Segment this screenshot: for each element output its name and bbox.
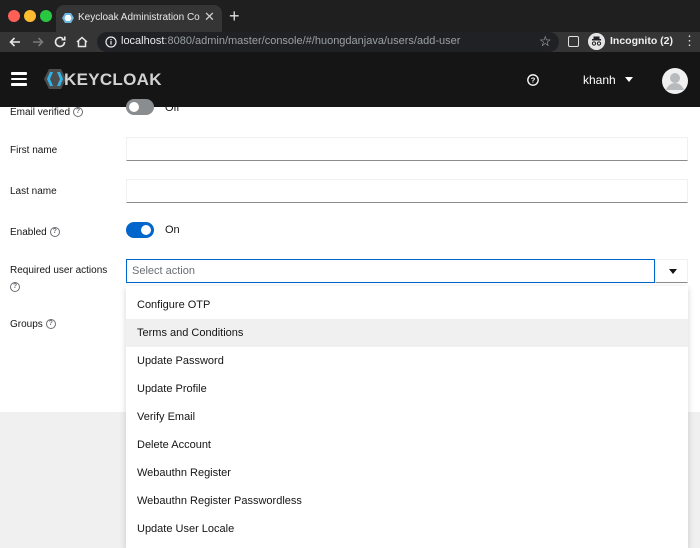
incognito-icon[interactable] bbox=[588, 33, 605, 50]
close-window-button[interactable] bbox=[8, 10, 20, 22]
hamburger-menu-icon[interactable] bbox=[11, 72, 27, 86]
url-path: :8080/admin/master/console/#/huongdanjav… bbox=[164, 35, 461, 47]
address-bar[interactable]: localhost:8080/admin/master/console/#/hu… bbox=[97, 32, 559, 52]
menu-item-configure-otp[interactable]: Configure OTP bbox=[126, 291, 688, 319]
enabled-label: Enabled? bbox=[10, 227, 60, 238]
enabled-switch[interactable] bbox=[126, 222, 154, 238]
email-verified-help-icon[interactable]: ? bbox=[73, 107, 84, 118]
menu-item-terms-and-conditions[interactable]: Terms and Conditions bbox=[126, 319, 688, 347]
home-icon[interactable] bbox=[74, 34, 90, 50]
user-dropdown-name[interactable]: khanh bbox=[583, 73, 616, 87]
back-arrow-icon[interactable] bbox=[7, 34, 23, 50]
menu-item-webauthn-register-passwordless[interactable]: Webauthn Register Passwordless bbox=[126, 487, 688, 515]
enabled-help-icon[interactable]: ? bbox=[49, 227, 60, 238]
email-verified-switch[interactable] bbox=[126, 99, 154, 115]
keycloak-favicon-icon bbox=[62, 13, 74, 23]
reload-icon[interactable] bbox=[52, 34, 68, 50]
required-actions-select[interactable]: Select action bbox=[126, 259, 655, 283]
side-panel-icon[interactable] bbox=[568, 36, 579, 47]
user-avatar[interactable] bbox=[662, 68, 688, 94]
masthead: KEYCLOAK ? khanh bbox=[0, 52, 700, 107]
keycloak-logo-icon bbox=[44, 69, 66, 89]
help-icon[interactable]: ? bbox=[527, 74, 539, 86]
last-name-label: Last name bbox=[10, 186, 57, 197]
forward-arrow-icon[interactable] bbox=[30, 34, 46, 50]
groups-label-text: Groups bbox=[10, 319, 43, 330]
required-actions-toggle[interactable] bbox=[655, 259, 688, 283]
enabled-state: On bbox=[165, 224, 180, 236]
menu-item-delete-account[interactable]: Delete Account bbox=[126, 431, 688, 459]
menu-item-update-profile[interactable]: Update Profile bbox=[126, 375, 688, 403]
url-host: localhost bbox=[121, 35, 165, 47]
caret-down-icon bbox=[669, 269, 677, 274]
new-tab-icon[interactable]: + bbox=[229, 6, 240, 26]
switch-knob bbox=[129, 102, 139, 112]
browser-tab-strip: Keycloak Administration Console ✕ + bbox=[0, 0, 700, 32]
menu-item-update-user-locale[interactable]: Update User Locale bbox=[126, 515, 688, 543]
last-name-input[interactable] bbox=[126, 179, 688, 203]
profile-label[interactable]: Incognito (2) bbox=[610, 35, 673, 47]
groups-label: Groups? bbox=[10, 319, 56, 330]
required-actions-label: Required user actions bbox=[10, 265, 108, 276]
user-dropdown-caret-icon[interactable] bbox=[625, 77, 633, 82]
svg-text:?: ? bbox=[531, 76, 536, 85]
menu-item-update-password[interactable]: Update Password bbox=[126, 347, 688, 375]
required-actions-menu: Configure OTP Terms and Conditions Updat… bbox=[126, 286, 688, 548]
first-name-input[interactable] bbox=[126, 137, 688, 161]
browser-tab[interactable]: Keycloak Administration Console ✕ bbox=[56, 5, 222, 32]
minimize-window-button[interactable] bbox=[24, 10, 36, 22]
tab-title: Keycloak Administration Console bbox=[78, 12, 200, 23]
keycloak-logo[interactable]: KEYCLOAK bbox=[44, 68, 161, 90]
maximize-window-button[interactable] bbox=[40, 10, 52, 22]
groups-help-icon[interactable]: ? bbox=[45, 319, 56, 330]
browser-toolbar: localhost:8080/admin/master/console/#/hu… bbox=[0, 32, 700, 52]
close-tab-icon[interactable]: ✕ bbox=[204, 10, 215, 24]
logo-text: KEYCLOAK bbox=[64, 70, 162, 89]
site-info-icon[interactable] bbox=[105, 36, 117, 48]
required-actions-placeholder: Select action bbox=[132, 265, 195, 277]
bookmark-star-icon[interactable]: ☆ bbox=[539, 33, 552, 49]
email-verified-label-text: Email verified bbox=[10, 107, 71, 118]
required-actions-help-icon[interactable]: ? bbox=[10, 282, 20, 292]
email-verified-label: Email verified? bbox=[10, 107, 84, 118]
browser-menu-icon[interactable]: ⋮ bbox=[683, 34, 696, 48]
url-text: localhost:8080/admin/master/console/#/hu… bbox=[121, 35, 460, 47]
menu-item-webauthn-register[interactable]: Webauthn Register bbox=[126, 459, 688, 487]
menu-item-verify-email[interactable]: Verify Email bbox=[126, 403, 688, 431]
enabled-label-text: Enabled bbox=[10, 227, 47, 238]
first-name-label: First name bbox=[10, 145, 58, 156]
email-verified-state: Off bbox=[165, 102, 180, 114]
switch-knob bbox=[141, 225, 151, 235]
